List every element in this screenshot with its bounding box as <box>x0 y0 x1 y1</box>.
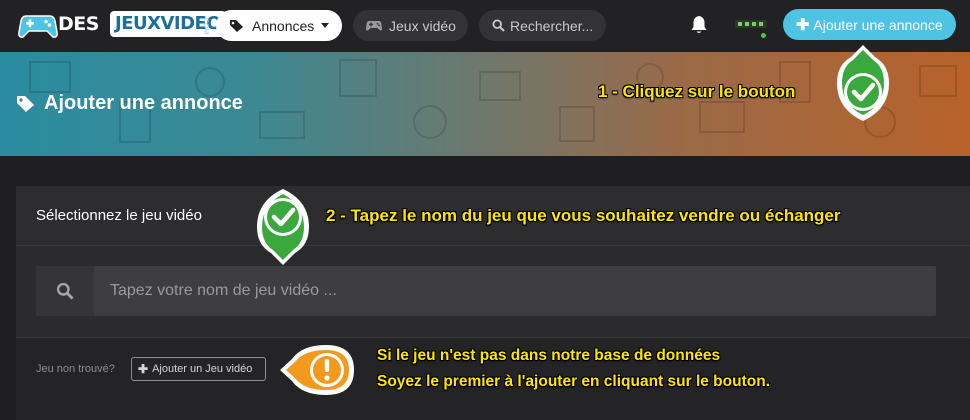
nav-annonces-label: Annonces <box>252 17 315 34</box>
nav-jeux-video[interactable]: Jeux vidéo <box>353 10 468 41</box>
chevron-down-icon <box>321 23 330 28</box>
bell-icon[interactable] <box>688 13 710 35</box>
page-title: Ajouter une annonce <box>16 92 243 115</box>
search-icon <box>56 282 74 300</box>
step1-instruction: 1 - Cliquez sur le bouton <box>598 82 796 101</box>
nav-jeux-label: Jeux vidéo <box>389 17 456 34</box>
game-search-input[interactable]: Tapez votre nom de jeu vidéo ... <box>110 282 337 300</box>
page-banner: Ajouter une annonce <box>0 52 970 156</box>
nav-search-label: Rechercher... <box>510 17 594 34</box>
online-status-dot <box>759 31 768 40</box>
add-game-button[interactable]: ✚ Ajouter un Jeu vidéo <box>131 357 266 381</box>
game-search-field[interactable]: Tapez votre nom de jeu vidéo ... <box>36 266 936 316</box>
site-logo[interactable]: DES JEUXVIDEO .COM <box>18 8 227 42</box>
note-instruction-line1: Si le jeu n'est pas dans notre base de d… <box>377 347 721 364</box>
user-avatar[interactable] <box>735 11 768 41</box>
add-ad-label: Ajouter une annonce <box>813 16 943 33</box>
top-navbar: DES JEUXVIDEO .COM Annonces Jeux vidéo R… <box>0 0 970 52</box>
note-instruction-line2: Soyez le premier à l'ajouter en cliquant… <box>377 373 770 390</box>
tag-icon <box>17 95 34 112</box>
logo-text-com: .COM <box>202 16 209 35</box>
search-icon <box>492 19 505 32</box>
page-title-text: Ajouter une annonce <box>44 92 243 114</box>
add-game-label: Ajouter un Jeu vidéo <box>152 363 253 375</box>
plus-icon: ✚ <box>138 362 149 376</box>
nav-search[interactable]: Rechercher... <box>479 10 606 41</box>
panel-title: Sélectionnez le jeu vidéo <box>36 207 202 224</box>
game-not-found-text: Jeu non trouvé? <box>36 363 115 375</box>
add-ad-button[interactable]: ✚ Ajouter une annonce <box>783 9 956 40</box>
gamepad-icon <box>366 21 382 31</box>
nav-annonces-dropdown[interactable]: Annonces <box>216 10 342 41</box>
tag-icon <box>230 19 243 32</box>
step2-check-pin-icon <box>257 189 309 265</box>
avatar-image <box>735 20 767 28</box>
gamepad-logo-icon <box>18 15 58 38</box>
plus-icon: ✚ <box>796 16 810 34</box>
search-icon-wrap <box>36 266 94 316</box>
step1-check-pin-icon <box>837 45 889 121</box>
note-exclamation-pin-icon <box>280 345 354 395</box>
logo-text-des: DES <box>58 13 99 35</box>
step2-instruction: 2 - Tapez le nom du jeu que vous souhait… <box>326 206 841 225</box>
